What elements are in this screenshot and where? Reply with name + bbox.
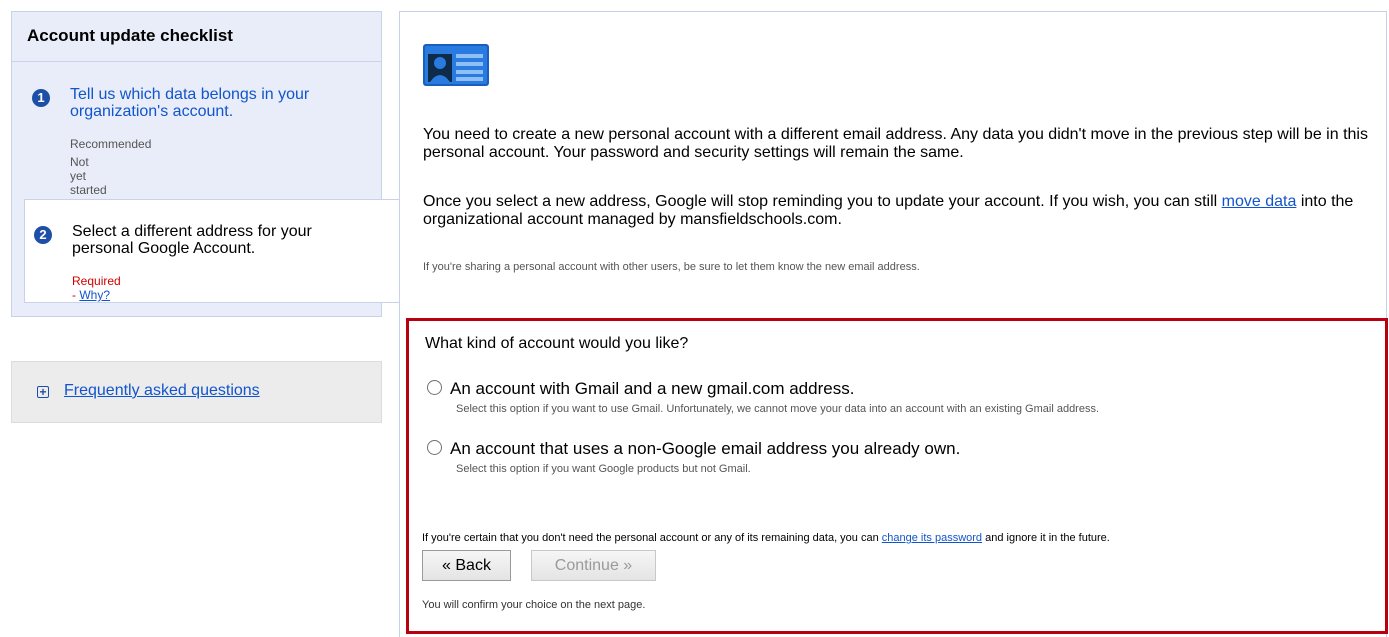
certain-note: If you're certain that you don't need th…	[422, 532, 1110, 544]
confirm-note: You will confirm your choice on the next…	[422, 599, 646, 611]
reminder-paragraph: Once you select a new address, Google wi…	[423, 193, 1383, 229]
back-button[interactable]: « Back	[422, 550, 511, 581]
faq-panel[interactable]: + Frequently asked questions	[11, 361, 382, 423]
non-google-option-help: Select this option if you want Google pr…	[456, 463, 751, 475]
continue-button[interactable]: Continue »	[531, 550, 656, 581]
checklist-title: Account update checklist	[12, 12, 381, 62]
step-1-status: Not yet started	[70, 155, 107, 197]
non-google-option-label[interactable]: An account that uses a non-Google email …	[450, 439, 960, 459]
step-1-number-icon: 1	[32, 89, 50, 107]
gmail-option-help: Select this option if you want to use Gm…	[456, 403, 1100, 415]
reminder-text-start: Once you select a new address, Google wi…	[423, 193, 1222, 210]
id-card-icon	[423, 44, 489, 91]
certain-text-end: and ignore it in the future.	[982, 532, 1110, 544]
step-2-required-label: Required	[72, 274, 121, 288]
choice-question: What kind of account would you like?	[425, 335, 689, 352]
step-2-priority: Required - Why?	[72, 274, 121, 302]
step-2-title: Select a different address for your pers…	[72, 223, 312, 257]
step-2-number-icon: 2	[34, 226, 52, 244]
intro-paragraph: You need to create a new personal accoun…	[423, 126, 1368, 161]
change-password-link[interactable]: change its password	[882, 532, 982, 544]
gmail-radio[interactable]	[427, 380, 442, 395]
certain-text-start: If you're certain that you don't need th…	[422, 532, 882, 544]
non-google-radio[interactable]	[427, 440, 442, 455]
step-1-priority: Recommended	[70, 137, 152, 151]
faq-link[interactable]: Frequently asked questions	[64, 382, 260, 400]
step-1-title-link[interactable]: Tell us which data belongs in your organ…	[70, 86, 360, 120]
why-link[interactable]: Why?	[79, 288, 110, 302]
sharing-note: If you're sharing a personal account wit…	[423, 261, 920, 273]
gmail-option-label[interactable]: An account with Gmail and a new gmail.co…	[450, 379, 854, 399]
plus-box-icon[interactable]: +	[37, 386, 49, 398]
move-data-link[interactable]: move data	[1222, 193, 1297, 210]
account-choice-box: What kind of account would you like? An …	[406, 318, 1388, 634]
